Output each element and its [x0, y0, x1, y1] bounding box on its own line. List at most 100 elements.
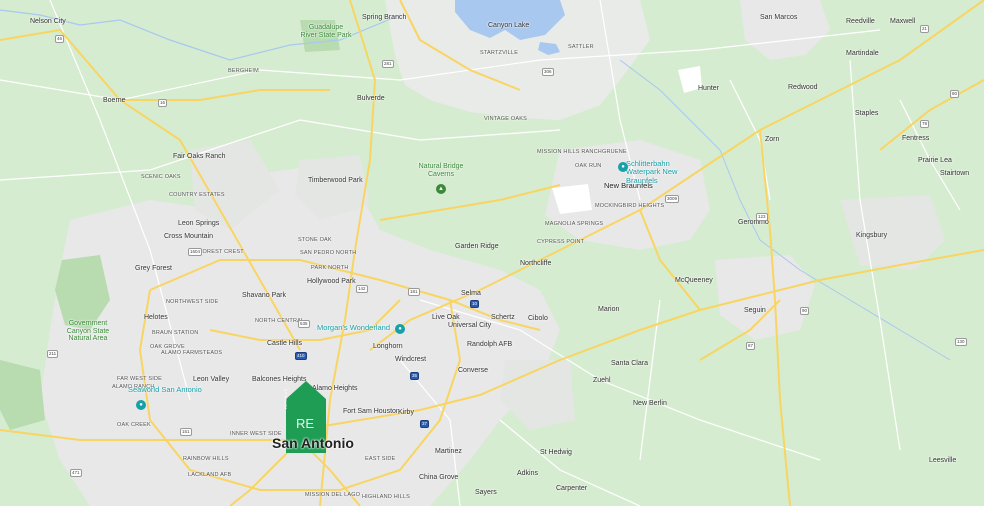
place-label[interactable]: Garden Ridge — [455, 243, 499, 250]
place-label[interactable]: Longhorn — [373, 343, 403, 350]
place-label[interactable]: GRUENE — [602, 149, 627, 156]
place-label[interactable]: Sayers — [475, 489, 497, 496]
place-label[interactable]: Kirby — [398, 409, 414, 416]
park-label[interactable]: Natural Bridge Caverns — [415, 163, 467, 178]
map-canvas[interactable]: Nelson City Spring Branch Canyon Lake SATTL… — [0, 0, 984, 506]
place-label[interactable]: Grey Forest — [135, 265, 172, 272]
place-label[interactable]: Stairtown — [940, 170, 969, 177]
route-shield: 21 — [920, 25, 930, 33]
place-label[interactable]: Leesville — [929, 457, 956, 464]
place-label[interactable]: MAGNOLIA SPRINGS — [545, 221, 603, 228]
place-label[interactable]: Redwood — [788, 84, 818, 91]
place-label[interactable]: CYPRESS POINT — [537, 239, 584, 246]
place-label[interactable]: Kingsbury — [856, 232, 887, 239]
park-pin-icon[interactable]: ▲ — [436, 184, 446, 194]
place-label[interactable]: SCENIC OAKS — [141, 174, 181, 181]
place-label[interactable]: St Hedwig — [540, 449, 572, 456]
interstate-shield: 410 — [295, 352, 307, 360]
place-label[interactable]: MISSION HILLS RANCH — [537, 149, 602, 156]
place-label[interactable]: China Grove — [419, 474, 458, 481]
place-label[interactable]: MISSION DEL LAGO — [305, 492, 360, 499]
park-label[interactable]: Guadalupe River State Park — [300, 24, 352, 39]
place-label[interactable]: Canyon Lake — [488, 22, 529, 29]
place-label[interactable]: Boerne — [103, 97, 126, 104]
route-shield: 306 — [542, 68, 554, 76]
place-label[interactable]: HIGHLAND HILLS — [362, 494, 410, 501]
place-label[interactable]: Converse — [458, 367, 488, 374]
place-label[interactable]: Martinez — [435, 448, 462, 455]
place-label[interactable]: OAK CREEK — [117, 422, 151, 429]
place-label[interactable]: Leon Springs — [178, 220, 219, 227]
place-label[interactable]: STONE OAK — [298, 237, 332, 244]
place-label[interactable]: Fort Sam Houston — [343, 408, 400, 415]
place-label[interactable]: SAN PEDRO NORTH — [300, 250, 356, 257]
place-label[interactable]: SATTLER — [568, 44, 594, 51]
place-label[interactable]: Seguin — [744, 307, 766, 314]
place-label[interactable]: Live Oak — [432, 314, 460, 321]
place-label[interactable]: Zorn — [765, 136, 779, 143]
place-label[interactable]: OAK RUN — [575, 163, 601, 170]
poi-pin-icon[interactable]: ● — [618, 162, 628, 172]
place-label[interactable]: Cibolo — [528, 315, 548, 322]
poi-label[interactable]: Morgan's Wonderland — [317, 323, 390, 332]
place-label[interactable]: Prairie Lea — [918, 157, 952, 164]
poi-label[interactable]: Seaworld San Antonio — [128, 385, 202, 394]
place-label[interactable]: McQueeney — [675, 277, 713, 284]
place-label[interactable]: Universal City — [448, 322, 491, 329]
place-label[interactable]: FAR WEST SIDE — [117, 376, 162, 383]
place-label[interactable]: Bulverde — [357, 95, 385, 102]
poi-label[interactable]: Schlitterbahn Waterpark New Braunfels — [626, 159, 698, 185]
place-label[interactable]: Leon Valley — [193, 376, 229, 383]
route-shield: 78 — [920, 120, 930, 128]
route-shield: 87 — [746, 342, 756, 350]
place-label[interactable]: Zuehl — [593, 377, 611, 384]
place-label[interactable]: Randolph AFB — [467, 341, 512, 348]
place-label[interactable]: Selma — [461, 290, 481, 297]
place-label[interactable]: Spring Branch — [362, 14, 406, 21]
place-label[interactable]: Fentress — [902, 135, 929, 142]
place-label[interactable]: Maxwell — [890, 18, 915, 25]
map-base — [0, 0, 984, 506]
place-label[interactable]: Castle Hills — [267, 340, 302, 347]
route-shield: 211 — [47, 350, 59, 358]
place-label[interactable]: VINTAGE OAKS — [484, 116, 527, 123]
place-label[interactable]: Hunter — [698, 85, 719, 92]
park-label[interactable]: Government Canyon State Natural Area — [62, 320, 114, 343]
place-label[interactable]: Adkins — [517, 470, 538, 477]
place-label[interactable]: Timberwood Park — [308, 177, 363, 184]
route-shield: 80 — [950, 90, 960, 98]
place-label[interactable]: EAST SIDE — [365, 456, 395, 463]
place-label[interactable]: New Berlin — [633, 400, 667, 407]
place-label[interactable]: Martindale — [846, 50, 879, 57]
place-label[interactable]: Hollywood Park — [307, 278, 356, 285]
place-label[interactable]: STARTZVILLE — [480, 50, 518, 57]
place-label[interactable]: ALAMO FARMSTEADS — [161, 350, 222, 357]
city-label-san-antonio[interactable]: San Antonio — [272, 436, 354, 450]
place-label[interactable]: FOREST CREST — [199, 249, 244, 256]
place-label[interactable]: NORTHWEST SIDE — [166, 299, 218, 306]
place-label[interactable]: Marion — [598, 306, 619, 313]
place-label[interactable]: Reedville — [846, 18, 875, 25]
place-label[interactable]: Schertz — [491, 314, 515, 321]
place-label[interactable]: Nelson City — [30, 18, 66, 25]
poi-pin-icon[interactable]: ● — [395, 324, 405, 334]
place-label[interactable]: PARK NORTH — [311, 265, 349, 272]
place-label[interactable]: NORTH CENTRAL — [255, 318, 304, 325]
place-label[interactable]: Fair Oaks Ranch — [173, 153, 226, 160]
place-label[interactable]: Northcliffe — [520, 260, 551, 267]
poi-pin-icon[interactable]: ● — [136, 400, 146, 410]
place-label[interactable]: Shavano Park — [242, 292, 286, 299]
place-label[interactable]: Helotes — [144, 314, 168, 321]
place-label[interactable]: Windcrest — [395, 356, 426, 363]
place-label[interactable]: Santa Clara — [611, 360, 648, 367]
place-label[interactable]: RAINBOW HILLS — [183, 456, 229, 463]
place-label[interactable]: Cross Mountain — [164, 233, 213, 240]
place-label[interactable]: Staples — [855, 110, 878, 117]
place-label[interactable]: MOCKINGBIRD HEIGHTS — [595, 203, 664, 210]
place-label[interactable]: San Marcos — [760, 14, 797, 21]
place-label[interactable]: LACKLAND AFB — [188, 472, 231, 479]
place-label[interactable]: BERGHEIM — [228, 68, 259, 75]
place-label[interactable]: COUNTRY ESTATES — [169, 192, 225, 199]
place-label[interactable]: BRAUN STATION — [152, 330, 198, 337]
place-label[interactable]: Carpenter — [556, 485, 587, 492]
